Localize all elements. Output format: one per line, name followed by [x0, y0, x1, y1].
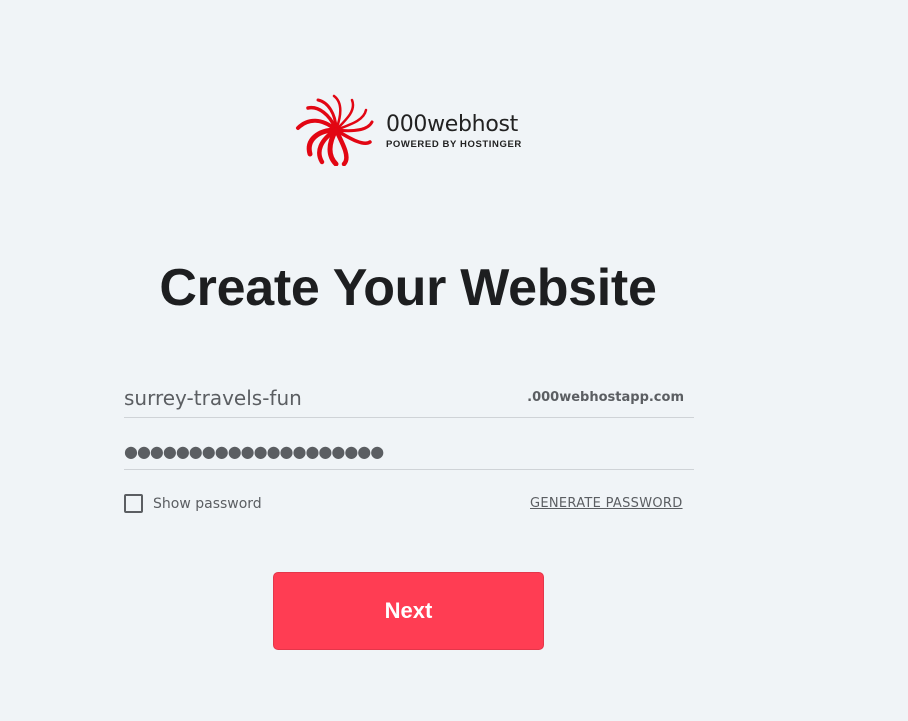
next-button[interactable]: Next	[273, 572, 544, 650]
logo-name: 000webhost	[386, 111, 518, 137]
page: 000webhost POWERED BY HOSTINGER Create Y…	[0, 0, 908, 721]
page-title: Create Your Website	[159, 259, 657, 317]
domain-suffix: .000webhostapp.com	[527, 390, 684, 405]
000webhost-swirl-logo-icon	[296, 94, 374, 166]
show-password-label: Show password	[153, 495, 262, 512]
logo-text: 000webhost POWERED BY HOSTINGER	[386, 111, 522, 150]
show-password-toggle[interactable]: Show password	[124, 494, 262, 513]
password-field[interactable]: ●●●●●●●●●●●●●●●●●●●●	[124, 434, 694, 470]
password-input[interactable]: ●●●●●●●●●●●●●●●●●●●●	[124, 440, 384, 464]
domain-field: .000webhostapp.com	[124, 380, 694, 418]
show-password-checkbox[interactable]	[124, 494, 143, 513]
generate-password-link[interactable]: GENERATE PASSWORD	[530, 496, 683, 511]
domain-input[interactable]	[124, 380, 524, 416]
logo: 000webhost POWERED BY HOSTINGER	[292, 94, 532, 166]
logo-tagline: POWERED BY HOSTINGER	[386, 138, 522, 150]
